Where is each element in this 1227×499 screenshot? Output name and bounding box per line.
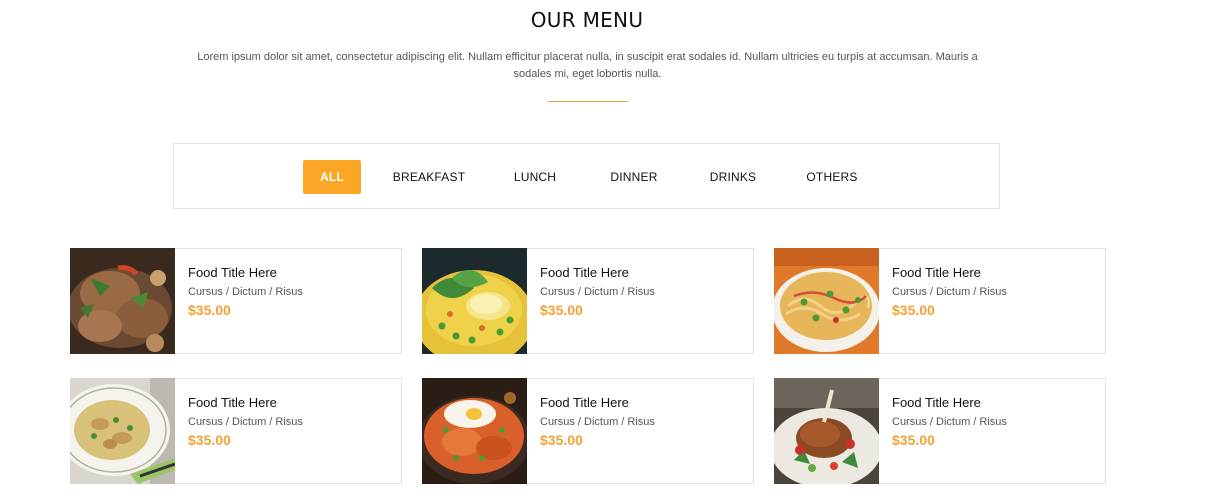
food-categories: Cursus / Dictum / Risus: [540, 416, 655, 428]
food-image-roast-duck: [774, 378, 879, 484]
food-categories: Cursus / Dictum / Risus: [892, 286, 1007, 298]
filter-tab-others[interactable]: OTHERS: [801, 160, 863, 194]
food-price: $35.00: [540, 302, 583, 318]
food-price: $35.00: [188, 432, 231, 448]
filter-tab-dinner[interactable]: DINNER: [603, 160, 665, 194]
food-image-roast-chicken: [70, 248, 175, 354]
menu-item-card[interactable]: Food Title Here Cursus / Dictum / Risus …: [774, 248, 1106, 354]
food-categories: Cursus / Dictum / Risus: [188, 286, 303, 298]
food-categories: Cursus / Dictum / Risus: [188, 416, 303, 428]
food-price: $35.00: [188, 302, 231, 318]
food-image-rice-peas: [422, 248, 527, 354]
food-categories: Cursus / Dictum / Risus: [892, 416, 1007, 428]
food-categories: Cursus / Dictum / Risus: [540, 286, 655, 298]
food-title[interactable]: Food Title Here: [892, 395, 981, 410]
filter-tab-drinks[interactable]: DRINKS: [703, 160, 763, 194]
menu-item-card[interactable]: Food Title Here Cursus / Dictum / Risus …: [70, 378, 402, 484]
food-title[interactable]: Food Title Here: [188, 265, 277, 280]
menu-item-card[interactable]: Food Title Here Cursus / Dictum / Risus …: [774, 378, 1106, 484]
section-description: Lorem ipsum dolor sit amet, consectetur …: [197, 51, 978, 80]
food-title[interactable]: Food Title Here: [892, 265, 981, 280]
food-title[interactable]: Food Title Here: [540, 265, 629, 280]
food-price: $35.00: [892, 432, 935, 448]
food-image-paella: [422, 378, 527, 484]
filter-tab-lunch[interactable]: LUNCH: [507, 160, 563, 194]
food-image-noodle-bowl: [774, 248, 879, 354]
food-title[interactable]: Food Title Here: [540, 395, 629, 410]
menu-item-card[interactable]: Food Title Here Cursus / Dictum / Risus …: [70, 248, 402, 354]
title-divider: [548, 101, 628, 102]
filter-tab-breakfast[interactable]: BREAKFAST: [391, 160, 467, 194]
food-image-soup-bowl: [70, 378, 175, 484]
menu-item-card[interactable]: Food Title Here Cursus / Dictum / Risus …: [422, 248, 754, 354]
menu-filter-bar: ALL BREAKFAST LUNCH DINNER DRINKS OTHERS: [173, 143, 1000, 209]
menu-item-card[interactable]: Food Title Here Cursus / Dictum / Risus …: [422, 378, 754, 484]
food-price: $35.00: [540, 432, 583, 448]
filter-tab-all[interactable]: ALL: [303, 160, 361, 194]
page-title: OUR MENU: [530, 8, 644, 32]
food-price: $35.00: [892, 302, 935, 318]
food-title[interactable]: Food Title Here: [188, 395, 277, 410]
